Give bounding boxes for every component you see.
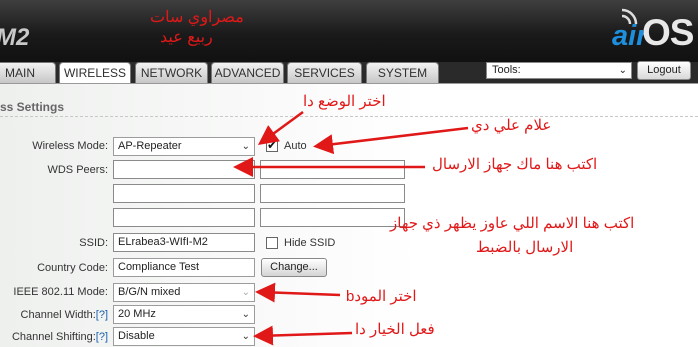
channel-width-help-link[interactable]: [?] [96,309,108,321]
channel-shifting-label-text: Channel Shifting: [11,331,96,343]
tab-network[interactable]: NETWORK [135,62,208,83]
channel-shifting-select[interactable]: Disable ⌄ [113,327,255,346]
tab-services[interactable]: SERVICES [287,62,362,83]
wds-peer-6-input[interactable] [260,208,405,227]
chevron-down-icon: ⌄ [241,141,250,152]
annotation-choose-mode: اختر الوضع دا [303,93,386,110]
watermark-line-2: ربيع عيد [160,29,213,46]
channel-shifting-value: Disable [118,330,155,342]
country-code-value: Compliance Test [118,261,200,273]
change-country-button[interactable]: Change... [261,258,327,277]
wds-peer-2-input[interactable] [260,160,405,179]
country-code-label: Country Code: [37,262,108,274]
auto-checkbox[interactable] [266,138,278,152]
wds-peer-5-input[interactable] [113,208,255,227]
auto-checkbox-label: Auto [284,140,307,152]
hide-ssid-checkbox[interactable] [266,237,278,249]
hide-ssid-label: Hide SSID [284,237,336,249]
channel-width-select[interactable]: 20 MHz ⌄ [113,305,255,324]
tab-network-label: NETWORK [140,66,203,80]
ieee-mode-select[interactable]: B/G/N mixed ⌄ [113,283,255,302]
annotation-tick-this: علام علي دي [471,117,552,134]
tab-advanced-label: ADVANCED [214,66,281,80]
channel-shifting-label: Channel Shifting:[?] [12,331,108,343]
tab-system-label: SYSTEM [377,66,428,80]
wds-peer-1-input[interactable] [113,160,255,179]
annotation-choose-b-mode: اختر المودb [346,288,417,305]
chevron-down-icon: ⌄ [618,65,627,76]
tab-system[interactable]: SYSTEM [366,62,439,83]
tab-services-label: SERVICES [294,66,355,80]
airos-logo: air OS [594,6,698,54]
channel-shifting-help-link[interactable]: [?] [96,331,108,343]
tools-select[interactable]: Tools: ⌄ [486,62,632,79]
annotation-enable-option: فعل الخيار دا [355,321,435,338]
ssid-input[interactable]: ELrabea3-WIfI-M2 [113,233,255,252]
annotation-ssid-line-1: اكتب هنا الاسم اللي عاوز يظهر ذي جهاز [390,215,635,232]
ssid-label: SSID: [79,237,108,249]
chevron-down-icon: ⌄ [241,309,250,320]
ieee-mode-value: B/G/N mixed [118,286,181,298]
channel-width-label: Channel Width:[?] [21,309,108,321]
tab-wireless[interactable]: WIRELESS [59,62,131,83]
channel-width-value: 20 MHz [118,308,156,320]
logo-os-text: OS [642,12,694,53]
section-divider [0,116,698,117]
wds-peers-label: WDS Peers: [47,164,108,176]
wireless-mode-label: Wireless Mode: [32,140,108,152]
wireless-mode-value: AP-Repeater [118,140,182,152]
channel-width-label-text: Channel Width: [20,309,96,321]
watermark-line-1: مصراوي سات [150,9,244,26]
tab-wireless-label: WIRELESS [63,66,126,80]
tab-main[interactable]: MAIN [0,62,56,83]
logout-button[interactable]: Logout [637,61,691,80]
annotation-mac-here: اكتب هنا ماك جهاز الارسال [432,156,598,173]
model-name: M2 [0,24,30,51]
wds-peer-3-input[interactable] [113,184,255,203]
country-code-field: Compliance Test [113,258,255,277]
section-title: ss Settings [0,100,65,114]
tools-select-value: Tools: [492,64,521,76]
tab-main-label: MAIN [5,66,35,80]
chevron-down-icon: ⌄ [241,331,250,342]
chevron-down-icon: ⌄ [241,287,250,298]
ieee-mode-label: IEEE 802.11 Mode: [13,286,108,298]
annotation-ssid-line-2: الارسال بالضبط [476,239,574,256]
wds-peer-4-input[interactable] [260,184,405,203]
wireless-mode-select[interactable]: AP-Repeater ⌄ [113,137,255,156]
tab-advanced[interactable]: ADVANCED [211,62,284,83]
